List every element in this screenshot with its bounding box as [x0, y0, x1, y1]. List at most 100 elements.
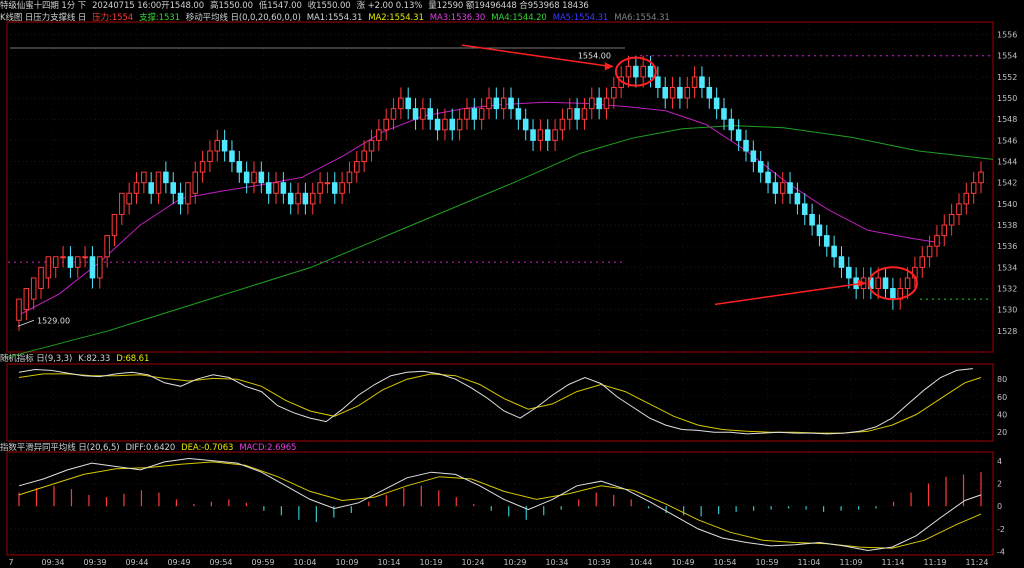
time-label: 10:09 — [335, 558, 358, 567]
candlestick-chart[interactable]: 1556 1554 1552 1550 1548 1546 1544 1542 1540 1538… — [0, 0, 1024, 568]
candle-down — [655, 76, 661, 88]
low-price-pointer — [17, 319, 35, 327]
candle-up — [919, 256, 926, 268]
high-price-label: 1554.00 — [578, 52, 611, 61]
candle-up — [23, 288, 30, 311]
arrow-top-head — [604, 62, 614, 71]
time-label: 09:54 — [209, 558, 232, 567]
candle-down — [530, 129, 536, 141]
candle-down — [258, 171, 265, 184]
candle-up — [207, 150, 213, 163]
candle-up — [383, 118, 389, 131]
time-label: 10:19 — [419, 558, 442, 567]
kdj-d-line — [18, 373, 982, 434]
candle-up — [361, 150, 367, 163]
candle-up — [669, 86, 676, 99]
candle-down — [757, 161, 764, 173]
candle-up — [74, 256, 81, 268]
time-label: 10:44 — [629, 558, 652, 567]
candle-up — [368, 139, 375, 152]
candle-up — [559, 118, 566, 131]
kdj-tick-label: 60 — [997, 393, 1007, 402]
kdj-pane-frame — [6, 363, 994, 442]
candle-up — [60, 256, 66, 259]
kdj-tick-label: 80 — [997, 375, 1007, 384]
candle-up — [603, 97, 610, 110]
candle-up — [956, 203, 962, 215]
candle-up — [346, 171, 353, 184]
candle-up — [589, 97, 595, 110]
candle-down — [890, 288, 896, 300]
candle-down — [735, 129, 742, 141]
candle-up — [456, 118, 463, 131]
time-label: 11:04 — [797, 558, 820, 567]
candle-down — [882, 277, 889, 290]
candle-up — [552, 129, 558, 141]
candle-down — [170, 182, 176, 194]
candle-up — [104, 235, 110, 258]
candle-down — [713, 97, 720, 110]
candle-down — [177, 192, 184, 205]
candle-up — [500, 97, 507, 110]
candle-up — [963, 192, 970, 205]
candle-up — [611, 86, 617, 99]
candle-down — [816, 224, 823, 237]
candle-down — [331, 182, 338, 194]
candle-down — [243, 171, 250, 184]
candle-down — [787, 182, 793, 194]
candle-down — [765, 171, 771, 184]
candle-up — [199, 161, 206, 173]
candle-up — [97, 256, 103, 279]
candle-up — [192, 171, 199, 194]
candle-up — [133, 182, 140, 194]
candle-up — [478, 108, 485, 120]
candle-up — [398, 97, 404, 110]
time-label: 09:59 — [251, 558, 274, 567]
candle-up — [324, 182, 331, 185]
candle-up — [691, 76, 698, 88]
candle-down — [89, 256, 96, 279]
candle-up — [45, 256, 52, 279]
candle-up — [948, 213, 955, 226]
time-label: 10:39 — [587, 558, 610, 567]
macd-tick-label: 2 — [997, 480, 1002, 489]
candle-down — [574, 108, 580, 120]
macd-diff-line — [18, 457, 982, 552]
price-pane-frame — [6, 21, 994, 353]
macd-tick-label: -4 — [997, 548, 1005, 557]
time-label: 09:34 — [41, 558, 64, 567]
price-tick-label: 1528 — [997, 327, 1017, 336]
candle-down — [229, 150, 235, 163]
price-tick-label: 1536 — [997, 242, 1017, 251]
price-tick-label: 1540 — [997, 200, 1017, 209]
candle-down — [706, 86, 713, 99]
candle-down — [236, 161, 243, 173]
time-label: 7 — [8, 558, 13, 567]
price-tick-label: 1544 — [997, 158, 1017, 167]
candle-down — [287, 192, 294, 205]
candle-up — [339, 182, 345, 194]
candle-down — [743, 139, 749, 152]
time-label: 11:24 — [965, 558, 988, 567]
candle-up — [970, 182, 977, 194]
candle-down — [427, 108, 434, 120]
candle-down — [163, 171, 169, 184]
candle-down — [633, 65, 639, 78]
time-label: 10:49 — [671, 558, 694, 567]
candle-up — [141, 171, 147, 184]
time-label: 10:29 — [503, 558, 526, 567]
kdj-tick-label: 40 — [997, 411, 1007, 420]
candle-up — [566, 108, 573, 120]
candle-down — [846, 266, 852, 279]
candle-up — [390, 108, 397, 120]
candle-up — [420, 108, 426, 120]
candle-up — [295, 192, 301, 205]
candle-up — [640, 65, 646, 78]
ma4-line — [6, 125, 994, 358]
time-label: 11:09 — [839, 558, 862, 567]
macd-dea-line — [18, 461, 982, 549]
candle-up — [185, 182, 191, 205]
time-label: 10:24 — [461, 558, 484, 567]
candle-down — [750, 150, 757, 163]
candle-up — [126, 192, 132, 205]
